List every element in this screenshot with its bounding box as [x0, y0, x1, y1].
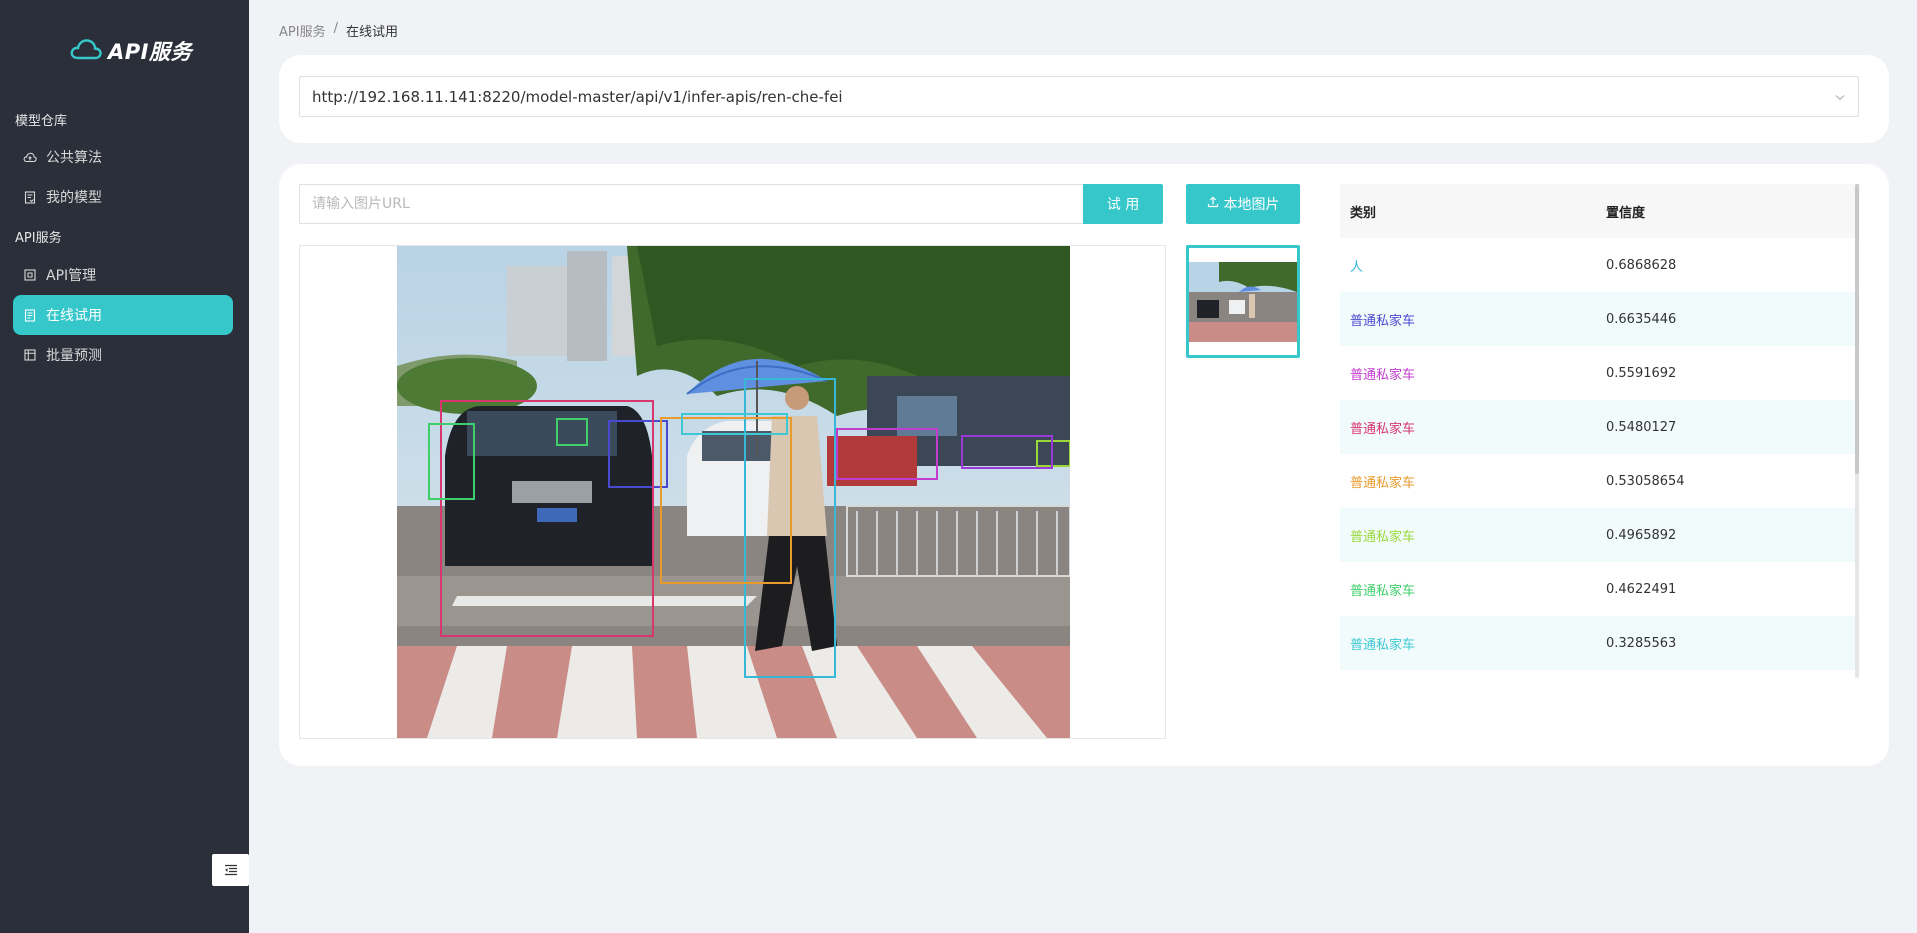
upload-icon [1207, 196, 1219, 212]
grid-icon [23, 348, 37, 362]
confidence-cell: 0.6868628 [1606, 257, 1677, 273]
breadcrumb-root[interactable]: API服务 [279, 21, 326, 40]
result-table: 类别 置信度 人 0.6868628 普通私家车 0.6635446 普通私家车 0.55… [1340, 184, 1860, 670]
api-url-value: http://192.168.11.141:8220/model-master/… [312, 87, 843, 106]
breadcrumb-current: 在线试用 [345, 25, 398, 40]
api-square-icon [23, 268, 37, 282]
detection-image [397, 246, 1070, 738]
category-cell: 普通私家车 [1350, 583, 1416, 599]
breadcrumb-separator: / [333, 21, 338, 36]
header-category: 类别 [1350, 205, 1377, 221]
try-button[interactable]: 试 用 [1083, 184, 1163, 224]
sidebar-item-batch-prediction[interactable]: 批量预测 [13, 335, 233, 375]
confidence-cell: 0.4965892 [1606, 527, 1677, 543]
sidebar-item-online-trial[interactable]: 在线试用 [13, 295, 233, 335]
document-list-icon [23, 308, 37, 322]
category-cell: 人 [1350, 259, 1364, 275]
table-row: 普通私家车 0.5591692 [1340, 346, 1860, 400]
category-cell: 普通私家车 [1350, 367, 1416, 383]
sidebar: API服务 模型仓库 公共算法 我的模型 API服务 API管理 在线试用 批量… [0, 0, 249, 933]
cloud-logo-icon [70, 38, 102, 64]
detection-image-frame [299, 245, 1166, 739]
confidence-cell: 0.53058654 [1606, 473, 1685, 489]
logo-text: API服务 [108, 40, 192, 64]
image-url-input[interactable] [299, 184, 1085, 224]
confidence-cell: 0.3285563 [1606, 635, 1677, 651]
confidence-cell: 0.5480127 [1606, 419, 1677, 435]
table-row: 普通私家车 0.4622491 [1340, 562, 1860, 616]
table-header: 类别 置信度 [1340, 184, 1860, 238]
chevron-down-icon [1834, 89, 1846, 107]
confidence-cell: 0.6635446 [1606, 311, 1677, 327]
table-scrollbar[interactable] [1855, 184, 1859, 678]
trial-card: 试 用 本地图片 [279, 164, 1889, 766]
sidebar-item-label: 在线试用 [46, 308, 102, 324]
document-icon [23, 190, 37, 204]
cloud-icon [23, 150, 37, 164]
category-cell: 普通私家车 [1350, 637, 1416, 653]
sidebar-item-public-algorithms[interactable]: 公共算法 [13, 137, 233, 177]
table-row: 普通私家车 0.6635446 [1340, 292, 1860, 346]
category-cell: 普通私家车 [1350, 475, 1416, 491]
breadcrumb: API服务 / 在线试用 [279, 21, 398, 40]
sidebar-item-label: 公共算法 [46, 150, 102, 166]
local-image-label: 本地图片 [1223, 197, 1280, 213]
table-row: 普通私家车 0.3285563 [1340, 616, 1860, 670]
api-select-card: http://192.168.11.141:8220/model-master/… [279, 55, 1889, 143]
group-title-api-service: API服务 [15, 231, 62, 246]
table-row: 普通私家车 0.53058654 [1340, 454, 1860, 508]
sidebar-collapse-button[interactable] [212, 854, 249, 886]
table-row: 人 0.6868628 [1340, 238, 1860, 292]
category-cell: 普通私家车 [1350, 421, 1416, 437]
sidebar-item-api-management[interactable]: API管理 [13, 255, 233, 295]
sidebar-item-label: API管理 [46, 268, 97, 284]
table-row: 普通私家车 0.5480127 [1340, 400, 1860, 454]
local-image-button[interactable]: 本地图片 [1186, 184, 1300, 224]
sidebar-item-my-models[interactable]: 我的模型 [13, 177, 233, 217]
logo: API服务 [70, 36, 192, 66]
group-title-model-repo: 模型仓库 [15, 114, 68, 129]
header-confidence: 置信度 [1606, 205, 1646, 221]
sidebar-item-label: 我的模型 [46, 190, 102, 206]
table-row: 普通私家车 0.4965892 [1340, 508, 1860, 562]
category-cell: 普通私家车 [1350, 313, 1416, 329]
menu-fold-icon [224, 861, 238, 880]
image-thumbnail[interactable] [1186, 245, 1300, 358]
category-cell: 普通私家车 [1350, 529, 1416, 545]
confidence-cell: 0.5591692 [1606, 365, 1677, 381]
scrollbar-thumb[interactable] [1855, 184, 1859, 474]
confidence-cell: 0.4622491 [1606, 581, 1677, 597]
table-body: 人 0.6868628 普通私家车 0.6635446 普通私家车 0.5591692 普通… [1340, 238, 1860, 670]
api-url-select[interactable]: http://192.168.11.141:8220/model-master/… [299, 76, 1859, 117]
sidebar-item-label: 批量预测 [46, 348, 102, 364]
